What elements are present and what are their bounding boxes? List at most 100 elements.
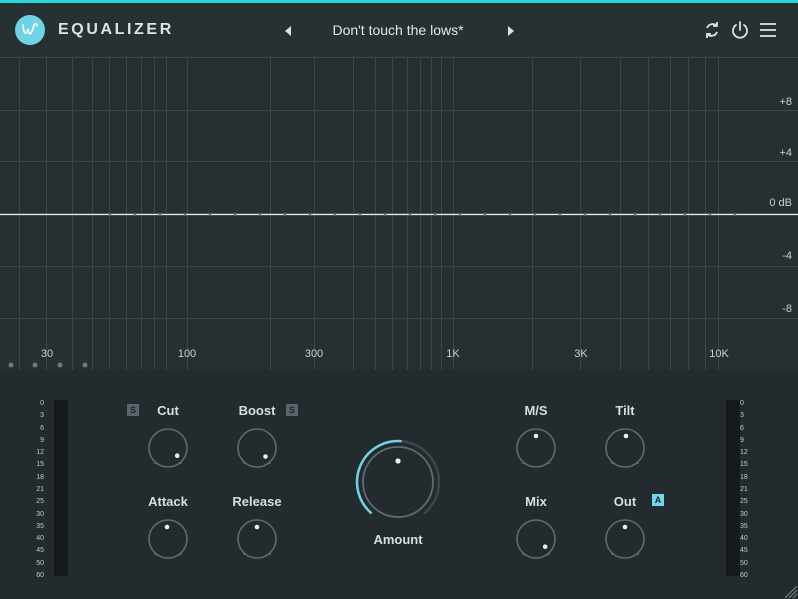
eq-curve-dot: [583, 213, 587, 216]
eq-curve-dot: [683, 213, 687, 216]
meter-scale-label: 25: [36, 498, 44, 506]
meter-scale-label: 9: [740, 436, 744, 444]
meter-scale-label: 9: [40, 436, 44, 444]
meter-scale-label: 15: [36, 461, 44, 469]
out-auto-tag[interactable]: A: [652, 494, 664, 506]
eq-curve-dot: [558, 213, 562, 216]
eq-curve-dot: [158, 213, 162, 216]
eq-curve-dot: [208, 213, 212, 216]
db-label-plus4: +4: [779, 147, 792, 159]
eq-curve-dot: [283, 213, 287, 216]
meter-scale-label: 50: [740, 559, 748, 567]
eq-band-node[interactable]: [32, 362, 38, 368]
freq-label-300: 300: [304, 348, 324, 360]
eq-curve-dot: [633, 213, 637, 216]
preset-prev-icon[interactable]: [281, 24, 295, 38]
tilt-knob[interactable]: [603, 426, 647, 470]
out-knob[interactable]: [603, 517, 647, 561]
release-knob[interactable]: [235, 517, 279, 561]
header-bar: EQUALIZER Don't touch the lows*: [0, 3, 798, 57]
eq-curve-dot: [658, 213, 662, 216]
ms-knob[interactable]: [514, 426, 558, 470]
eq-band-node[interactable]: [8, 362, 14, 368]
release-label: Release: [232, 494, 282, 509]
freq-label-10k: 10K: [709, 348, 729, 360]
mix-knob[interactable]: [514, 517, 558, 561]
meter-scale-label: 40: [740, 535, 748, 543]
input-meter-bar: [54, 400, 68, 576]
meter-scale-label: 30: [740, 510, 748, 518]
eq-curve-dot: [133, 213, 137, 216]
meter-scale-label: 15: [740, 461, 748, 469]
eq-curve-dot: [483, 213, 487, 216]
meter-scale-label: 21: [740, 486, 748, 493]
meter-scale-label: 60: [740, 572, 748, 579]
eq-graph[interactable]: +8 +4 0 dB -4 -8 30 100 300 1K 3K 10K: [0, 57, 798, 370]
eq-curve-dot: [733, 213, 737, 216]
cut-knob[interactable]: [146, 426, 190, 470]
boost-knob[interactable]: [235, 426, 279, 470]
meter-scale-label: 35: [740, 522, 748, 530]
db-label-minus4: -4: [782, 250, 792, 262]
meter-scale-label: 35: [36, 522, 44, 530]
db-label-plus8: +8: [779, 96, 792, 108]
eq-curve-dot: [108, 213, 112, 216]
boost-sidechain-tag[interactable]: S: [286, 404, 298, 416]
preset-name[interactable]: Don't touch the lows*: [300, 22, 496, 38]
menu-icon[interactable]: [758, 20, 778, 40]
output-meter-bar: [726, 400, 740, 576]
eq-curve-dot: [708, 213, 712, 216]
meter-scale-label: 60: [36, 572, 44, 579]
meter-scale-label: 6: [740, 424, 744, 432]
attack-label: Attack: [148, 494, 188, 509]
amount-knob[interactable]: [353, 437, 443, 527]
meter-scale-label: 21: [36, 486, 44, 493]
tilt-label: Tilt: [615, 403, 635, 418]
eq-curve-dot: [233, 213, 237, 216]
db-label-minus8: -8: [782, 303, 792, 315]
freq-label-1k: 1K: [446, 348, 460, 360]
eq-grid: [0, 57, 798, 370]
eq-curve-dot: [533, 213, 537, 216]
freq-label-30: 30: [40, 348, 54, 360]
amount-label: Amount: [373, 532, 423, 547]
sync-icon[interactable]: [702, 20, 722, 40]
meter-scale-label: 50: [36, 559, 44, 567]
resize-grip-icon[interactable]: [780, 581, 798, 599]
meter-scale-label: 18: [740, 473, 748, 481]
db-label-zero: 0 dB: [769, 197, 792, 209]
logo-icon[interactable]: [15, 15, 45, 45]
meter-scale-label: 12: [36, 449, 44, 457]
meter-scale-label: 45: [740, 547, 748, 555]
meter-scale-label: 30: [36, 510, 44, 518]
input-meter: [46, 400, 68, 576]
meter-scale-label: 12: [740, 449, 748, 457]
eq-curve-dot: [333, 213, 337, 216]
mix-label: Mix: [525, 494, 547, 509]
meter-scale-label: 18: [36, 473, 44, 481]
meter-scale-label: 25: [740, 498, 748, 506]
power-icon[interactable]: [730, 20, 750, 40]
meter-scale-label: 0: [40, 400, 44, 407]
freq-label-3k: 3K: [574, 348, 588, 360]
attack-knob[interactable]: [146, 517, 190, 561]
preset-next-icon[interactable]: [504, 24, 518, 38]
freq-label-100: 100: [177, 348, 197, 360]
boost-label: Boost: [238, 403, 276, 418]
eq-band-node[interactable]: [82, 362, 88, 368]
ms-label: M/S: [524, 403, 548, 418]
meter-scale-label: 3: [740, 412, 744, 420]
eq-curve-dot: [308, 213, 312, 216]
eq-curve-dot: [433, 213, 437, 216]
cut-label: Cut: [157, 403, 179, 418]
eq-curve-dot: [608, 213, 612, 216]
controls-panel: 0 3 6 9 12 15 18 21 25 30 35 40 45 50 60 0 3 6 9 12 15 18 21 2…: [0, 370, 798, 599]
meter-scale-label: 3: [40, 412, 44, 420]
eq-band-node[interactable]: [57, 362, 63, 368]
eq-curve-dot: [183, 213, 187, 216]
eq-curve-dot: [258, 213, 262, 216]
eq-curve-dot: [358, 213, 362, 216]
meter-scale-label: 0: [740, 400, 744, 407]
app-title: EQUALIZER: [58, 21, 174, 38]
meter-scale-label: 40: [36, 535, 44, 543]
